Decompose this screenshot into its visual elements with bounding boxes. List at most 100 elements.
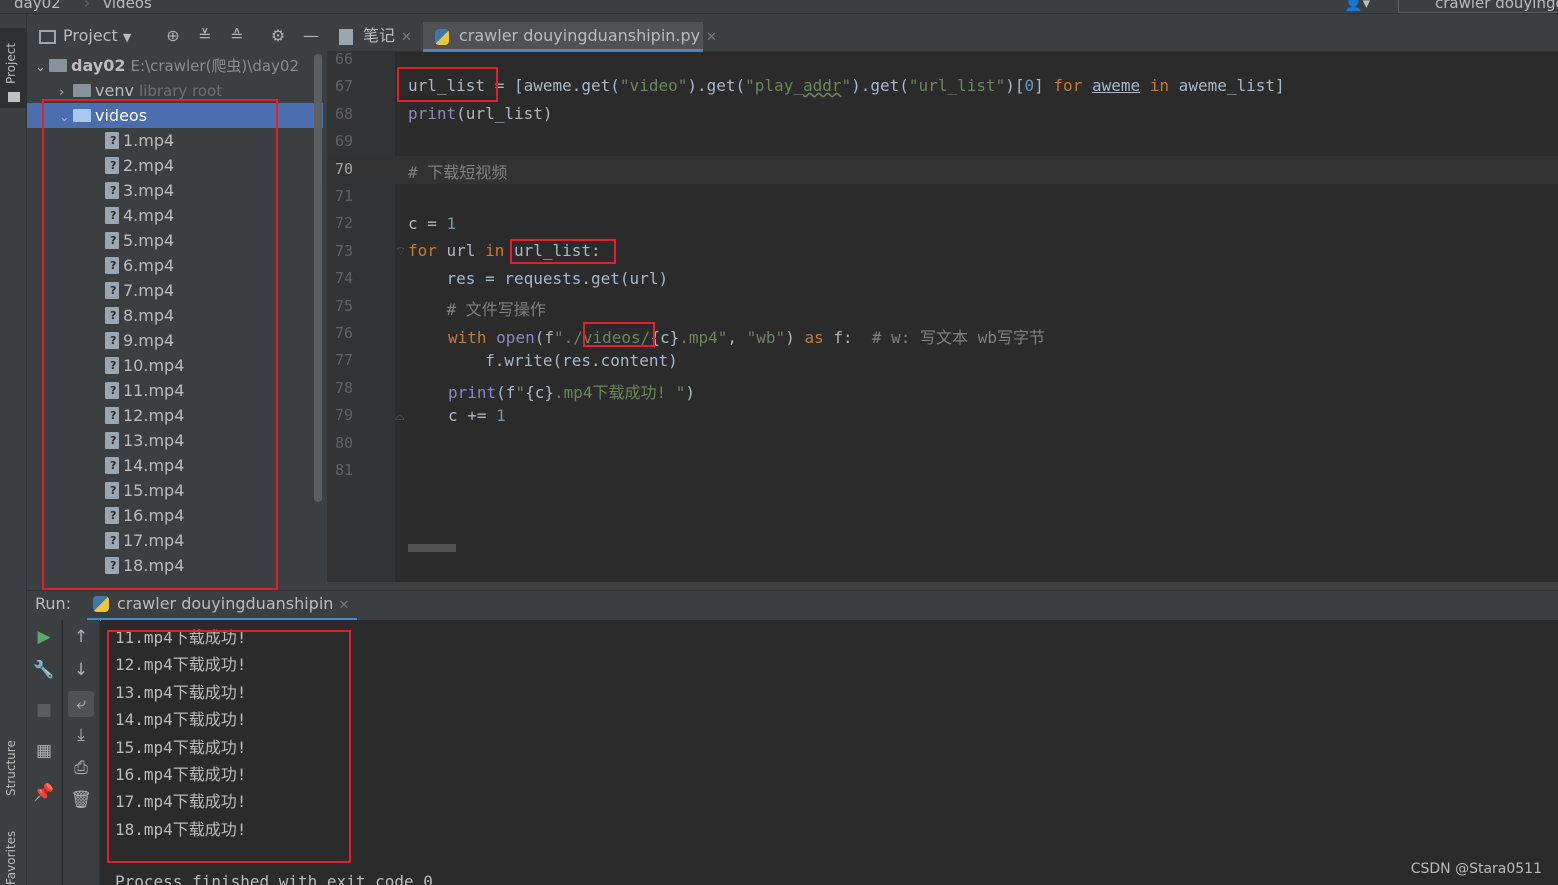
tree-file-item[interactable]: 7.mp4 [27,278,323,303]
trash-icon[interactable]: 🗑 [68,787,94,813]
tree-file-item[interactable]: 2.mp4 [27,153,323,178]
unknown-file-icon [105,382,119,399]
pin-icon[interactable]: 📌 [31,780,57,806]
tree-file-label: 14.mp4 [123,456,185,475]
unknown-file-icon [105,232,119,249]
tree-root-day02[interactable]: ⌄ day02 E:\crawler(爬虫)\day02 [27,53,323,78]
unknown-file-icon [105,257,119,274]
run-tab[interactable]: crawler douyingduanshipin ✕ [87,591,358,621]
unknown-file-icon [105,332,119,349]
tree-file-item[interactable]: 11.mp4 [27,378,323,403]
unknown-file-icon [105,507,119,524]
tree-file-item[interactable]: 1.mp4 [27,128,323,153]
close-icon[interactable]: ✕ [339,598,350,613]
unknown-file-icon [105,307,119,324]
tree-file-item[interactable]: 15.mp4 [27,478,323,503]
wrench-icon[interactable]: 🔧 [31,657,57,683]
editor-horizontal-scrollbar[interactable] [408,544,456,552]
breadcrumb-root[interactable]: day02 [14,0,61,12]
user-icon[interactable]: 👤▾ [1344,0,1370,12]
code-line-79: c += 1 [448,406,506,425]
expand-all-icon[interactable]: ≚ [195,26,215,46]
tree-file-item[interactable]: 12.mp4 [27,403,323,428]
line-number: 74 [334,269,353,288]
print-icon[interactable]: ⎙ [68,755,94,781]
console-line: 11.mp4下载成功! [115,628,247,647]
gear-icon[interactable]: ⚙ [268,26,288,46]
breadcrumb-folder[interactable]: videos [103,0,152,12]
hide-icon[interactable]: — [301,26,321,46]
project-toolwindow-label: Project [4,42,18,84]
project-panel: Project ▼ ⊕ ≚ ≙ ⚙ — ⌄ day02 E:\crawler(爬虫… [27,14,327,590]
tree-file-label: 16.mp4 [123,506,185,525]
tree-file-label: 17.mp4 [123,531,185,550]
tree-root-name: day02 [71,56,126,75]
console-line: 12.mp4下载成功! [115,655,247,675]
line-number: 73 [334,241,353,260]
unknown-file-icon [105,557,119,574]
project-view-selector[interactable]: Project ▼ [63,26,131,45]
run-config-selector[interactable]: crawler douyingd [1398,0,1558,13]
editor-bottom-border [327,582,1558,590]
stop-icon[interactable]: ■ [31,697,57,723]
tree-file-item[interactable]: 4.mp4 [27,203,323,228]
tree-item-venv-label: venv [95,81,134,100]
tree-file-item[interactable]: 9.mp4 [27,328,323,353]
tree-file-item[interactable]: 13.mp4 [27,428,323,453]
line-number: 75 [334,296,353,315]
tree-file-item[interactable]: 17.mp4 [27,528,323,553]
code-line-68: print(url_list) [408,104,553,123]
fold-icon[interactable]: ⌔ [395,244,406,259]
line-number: 69 [334,132,353,151]
current-line-highlight [327,156,1558,184]
run-console[interactable]: 11.mp4下载成功! 12.mp4下载成功! 13.mp4下载成功! 14.mp4下… [101,620,1558,885]
line-number: 72 [334,214,353,233]
code-editor[interactable] [395,52,1558,582]
rerun-icon[interactable]: ▶ [31,624,57,650]
tree-file-item[interactable]: 16.mp4 [27,503,323,528]
arrow-up-icon[interactable]: ↑ [68,624,94,650]
editor-tab-bar: 笔记 ✕ crawler douyingduanshipin.py ✕ [327,14,1558,52]
tree-file-item[interactable]: 5.mp4 [27,228,323,253]
collapse-all-icon[interactable]: ≙ [227,26,247,46]
folder-icon [73,109,91,122]
structure-toolwindow-button[interactable]: Structure [0,724,27,814]
tree-item-videos[interactable]: ⌄ videos [27,103,323,128]
code-line-70: # 下载短视频 [408,163,508,182]
console-line: 16.mp4下载成功! [115,765,247,784]
scroll-to-end-icon[interactable]: ⤓ [68,722,94,748]
close-icon[interactable]: ✕ [401,30,412,45]
tab-crawler-py[interactable]: crawler douyingduanshipin.py ✕ [423,22,717,52]
arrow-down-icon[interactable]: ↓ [68,657,94,683]
tree-file-item[interactable]: 14.mp4 [27,453,323,478]
close-icon[interactable]: ✕ [706,30,717,45]
tree-item-venv[interactable]: › venv library root [27,78,323,103]
line-number: 78 [334,378,353,397]
favorites-toolwindow-button[interactable]: Favorites [0,829,27,885]
tree-file-item[interactable]: 3.mp4 [27,178,323,203]
locate-icon[interactable]: ⊕ [163,26,183,46]
tree-file-label: 9.mp4 [123,331,175,350]
tree-file-item[interactable]: 6.mp4 [27,253,323,278]
unknown-file-icon [105,207,119,224]
tree-file-item[interactable]: 18.mp4 [27,553,323,578]
project-scrollbar[interactable] [314,54,322,502]
fold-icon[interactable]: ⌓ [395,409,405,424]
run-tab-label: crawler douyingduanshipin [117,594,334,613]
project-toolwindow-button[interactable]: Project [0,28,27,108]
tree-file-item[interactable]: 8.mp4 [27,303,323,328]
tree-file-item[interactable]: 10.mp4 [27,353,323,378]
layout-icon[interactable]: ▦ [31,738,57,764]
tree-file-label: 15.mp4 [123,481,185,500]
tree-file-label: 8.mp4 [123,306,175,325]
run-label: Run: [35,594,72,613]
tab-notes[interactable]: 笔记 ✕ [327,22,419,52]
structure-toolwindow-label: Structure [4,740,18,796]
soft-wrap-icon[interactable]: ⤶ [68,691,94,717]
tree-item-videos-label: videos [95,106,148,125]
line-number: 67 [334,77,353,96]
console-line: 15.mp4下载成功! [115,737,247,757]
python-icon [93,596,109,612]
unknown-file-icon [105,157,119,174]
text-file-icon [339,29,353,45]
